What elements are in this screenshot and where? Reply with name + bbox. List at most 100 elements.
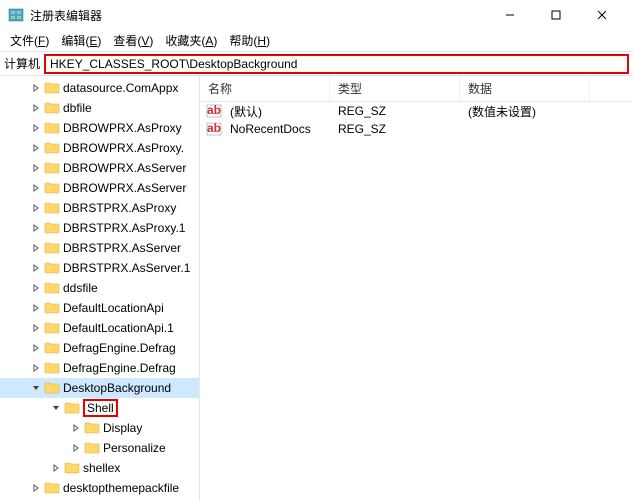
address-label: 计算机 [4, 55, 40, 72]
folder-icon [44, 180, 60, 196]
chevron-right-icon[interactable] [28, 100, 44, 116]
chevron-right-icon[interactable] [28, 280, 44, 296]
chevron-right-icon[interactable] [28, 140, 44, 156]
chevron-right-icon[interactable] [28, 180, 44, 196]
tree-item[interactable]: DBROWPRX.AsProxy. [0, 138, 199, 158]
chevron-right-icon[interactable] [28, 320, 44, 336]
menu-item-3[interactable]: 收藏夹(A) [159, 30, 223, 51]
column-type[interactable]: 类型 [330, 76, 460, 101]
address-path[interactable]: HKEY_CLASSES_ROOT\DesktopBackground [44, 54, 629, 74]
value-name: (默认) [222, 103, 330, 120]
folder-icon [44, 160, 60, 176]
chevron-right-icon[interactable] [68, 440, 84, 456]
chevron-right-icon[interactable] [28, 240, 44, 256]
tree-item[interactable]: DBRSTPRX.AsProxy.1 [0, 218, 199, 238]
tree-item-label: DefragEngine.Defrag [63, 361, 176, 375]
address-bar: 计算机 HKEY_CLASSES_ROOT\DesktopBackground [0, 52, 633, 76]
tree-item-label: DBRSTPRX.AsServer [63, 241, 181, 255]
tree-item-label: DesktopBackground [63, 381, 171, 395]
tree-item-label: DBRSTPRX.AsProxy [63, 201, 176, 215]
tree-item[interactable]: DefaultLocationApi [0, 298, 199, 318]
menu-label: 文件(F) [10, 34, 49, 48]
tree-item-label: DBROWPRX.AsProxy [63, 121, 182, 135]
tree-item[interactable]: DesktopBackground [0, 378, 199, 398]
list-row[interactable]: abNoRecentDocsREG_SZ [200, 120, 633, 138]
window-title: 注册表编辑器 [30, 7, 487, 24]
list-row[interactable]: ab(默认)REG_SZ(数值未设置) [200, 102, 633, 120]
tree-item[interactable]: Personalize [0, 438, 199, 458]
title-bar: 注册表编辑器 [0, 0, 633, 30]
close-button[interactable] [579, 0, 625, 30]
chevron-right-icon[interactable] [68, 420, 84, 436]
tree-item-label: Display [103, 421, 142, 435]
tree-item-label: DBROWPRX.AsServer [63, 161, 186, 175]
menu-label: 收藏夹(A) [165, 34, 217, 48]
tree-item[interactable]: shellex [0, 458, 199, 478]
regedit-icon [8, 7, 24, 23]
value-name: NoRecentDocs [222, 122, 330, 136]
tree-item[interactable]: desktopthemepackfile [0, 478, 199, 498]
tree-item-label: ddsfile [63, 281, 98, 295]
chevron-right-icon[interactable] [28, 200, 44, 216]
chevron-right-icon[interactable] [28, 340, 44, 356]
tree-item[interactable]: DefragEngine.Defrag [0, 358, 199, 378]
chevron-right-icon[interactable] [28, 120, 44, 136]
svg-text:ab: ab [207, 103, 221, 117]
chevron-right-icon[interactable] [28, 160, 44, 176]
value-data: (数值未设置) [460, 103, 590, 120]
chevron-right-icon[interactable] [28, 260, 44, 276]
tree-item-label: datasource.ComAppx [63, 81, 178, 95]
folder-icon [44, 120, 60, 136]
column-data[interactable]: 数据 [460, 76, 590, 101]
menu-item-1[interactable]: 编辑(E) [55, 30, 107, 51]
chevron-right-icon[interactable] [28, 480, 44, 496]
menu-label: 查看(V) [113, 34, 153, 48]
list-header: 名称 类型 数据 [200, 76, 633, 102]
tree-item[interactable]: DBRSTPRX.AsProxy [0, 198, 199, 218]
folder-icon [44, 480, 60, 496]
minimize-button[interactable] [487, 0, 533, 30]
tree-item-label: dbfile [63, 101, 92, 115]
folder-icon [44, 140, 60, 156]
tree-item-label: Shell [83, 399, 118, 417]
tree-item-label: DefaultLocationApi [63, 301, 164, 315]
tree-item[interactable]: DBROWPRX.AsServer [0, 178, 199, 198]
tree-item[interactable]: Shell [0, 398, 199, 418]
menu-item-4[interactable]: 帮助(H) [223, 30, 276, 51]
tree-item[interactable]: DefaultLocationApi.1 [0, 318, 199, 338]
chevron-right-icon[interactable] [28, 80, 44, 96]
tree-item[interactable]: dbfile [0, 98, 199, 118]
chevron-right-icon[interactable] [28, 300, 44, 316]
chevron-right-icon[interactable] [28, 220, 44, 236]
folder-icon [44, 360, 60, 376]
tree-item[interactable]: DefragEngine.Defrag [0, 338, 199, 358]
value-type: REG_SZ [330, 122, 460, 136]
folder-icon [44, 300, 60, 316]
tree-item[interactable]: DBRSTPRX.AsServer [0, 238, 199, 258]
column-name[interactable]: 名称 [200, 76, 330, 101]
folder-icon [84, 420, 100, 436]
tree-item[interactable]: DBROWPRX.AsProxy [0, 118, 199, 138]
value-type: REG_SZ [330, 104, 460, 118]
tree-item[interactable]: Display [0, 418, 199, 438]
chevron-right-icon[interactable] [48, 460, 64, 476]
folder-icon [44, 260, 60, 276]
list-panel[interactable]: 名称 类型 数据 ab(默认)REG_SZ(数值未设置)abNoRecentDo… [200, 76, 633, 501]
tree-item[interactable]: datasource.ComAppx [0, 78, 199, 98]
string-value-icon: ab [206, 121, 222, 137]
tree-item-label: DefaultLocationApi.1 [63, 321, 174, 335]
chevron-down-icon[interactable] [48, 400, 64, 416]
string-value-icon: ab [206, 103, 222, 119]
tree-panel[interactable]: datasource.ComAppx dbfile DBROWPRX.AsProxy… [0, 76, 200, 501]
folder-icon [44, 280, 60, 296]
folder-icon [44, 220, 60, 236]
menu-item-2[interactable]: 查看(V) [107, 30, 159, 51]
tree-item[interactable]: DBROWPRX.AsServer [0, 158, 199, 178]
chevron-right-icon[interactable] [28, 360, 44, 376]
tree-item[interactable]: ddsfile [0, 278, 199, 298]
maximize-button[interactable] [533, 0, 579, 30]
chevron-down-icon[interactable] [28, 380, 44, 396]
tree-item[interactable]: DBRSTPRX.AsServer.1 [0, 258, 199, 278]
menu-item-0[interactable]: 文件(F) [4, 30, 55, 51]
svg-text:ab: ab [207, 121, 221, 135]
